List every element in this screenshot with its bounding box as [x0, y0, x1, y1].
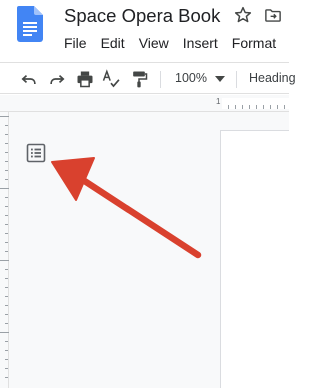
menu-edit[interactable]: Edit — [101, 34, 125, 52]
ruler-tick — [235, 105, 236, 109]
menu-insert[interactable]: Insert — [183, 34, 218, 52]
ruler-tick — [228, 105, 229, 109]
toolbar: 100% Heading — [0, 62, 296, 94]
ruler-tick — [5, 170, 8, 171]
ruler-tick — [5, 287, 8, 288]
ruler-tick — [263, 105, 264, 109]
ruler-tick — [5, 278, 8, 279]
ruler-tick — [0, 116, 9, 117]
ruler-tick — [5, 269, 8, 270]
zoom-select[interactable]: 100% — [175, 71, 207, 86]
toolbar-separator — [160, 71, 161, 88]
ruler-tick — [5, 242, 8, 243]
ruler-tick — [270, 105, 271, 109]
ruler-tick — [5, 134, 8, 135]
ruler-tick — [5, 215, 8, 216]
ruler-tick — [5, 197, 8, 198]
document-title[interactable]: Space Opera Book — [64, 5, 220, 27]
spellcheck-icon[interactable] — [101, 69, 121, 89]
ruler-tick — [249, 105, 250, 109]
ruler-tick — [284, 105, 285, 109]
menu-bar: File Edit View Insert Format — [64, 34, 290, 52]
annotation-arrow — [51, 157, 202, 259]
ruler-tick — [5, 233, 8, 234]
vertical-ruler[interactable] — [0, 112, 9, 388]
horizontal-ruler[interactable]: 1 — [0, 95, 289, 112]
redo-icon[interactable] — [47, 69, 67, 89]
ruler-mark-label: 1 — [216, 97, 221, 106]
ruler-tick — [0, 332, 9, 333]
undo-icon[interactable] — [19, 69, 39, 89]
chevron-down-icon[interactable] — [215, 76, 225, 82]
ruler-tick — [5, 161, 8, 162]
ruler-tick — [5, 359, 8, 360]
ruler-tick — [5, 251, 8, 252]
document-page[interactable] — [220, 130, 289, 388]
ruler-tick — [256, 105, 257, 109]
ruler-tick — [5, 152, 8, 153]
ruler-tick — [5, 179, 8, 180]
menu-view[interactable]: View — [139, 34, 169, 52]
ruler-tick — [5, 323, 8, 324]
ruler-tick — [5, 377, 8, 378]
paragraph-style-select[interactable]: Heading — [249, 71, 296, 86]
star-icon[interactable] — [233, 5, 253, 25]
menu-file[interactable]: File — [64, 34, 87, 52]
ruler-tick — [5, 143, 8, 144]
ruler-tick — [5, 341, 8, 342]
ruler-tick — [5, 314, 8, 315]
toolbar-separator — [236, 71, 237, 88]
ruler-tick — [5, 350, 8, 351]
ruler-tick — [5, 125, 8, 126]
ruler-tick — [277, 105, 278, 109]
paint-format-icon[interactable] — [129, 69, 149, 89]
ruler-tick — [242, 105, 243, 109]
ruler-tick — [5, 296, 8, 297]
menu-format[interactable]: Format — [232, 34, 276, 52]
ruler-tick — [0, 260, 9, 261]
ruler-tick — [0, 188, 9, 189]
ruler-tick — [5, 224, 8, 225]
title-bar: Space Opera Book File Edit View Insert F… — [0, 0, 289, 58]
ruler-tick — [5, 206, 8, 207]
ruler-tick — [5, 305, 8, 306]
move-to-folder-icon[interactable] — [263, 6, 283, 25]
google-docs-logo-icon[interactable] — [17, 6, 43, 42]
ruler-tick — [5, 368, 8, 369]
print-icon[interactable] — [75, 69, 95, 89]
